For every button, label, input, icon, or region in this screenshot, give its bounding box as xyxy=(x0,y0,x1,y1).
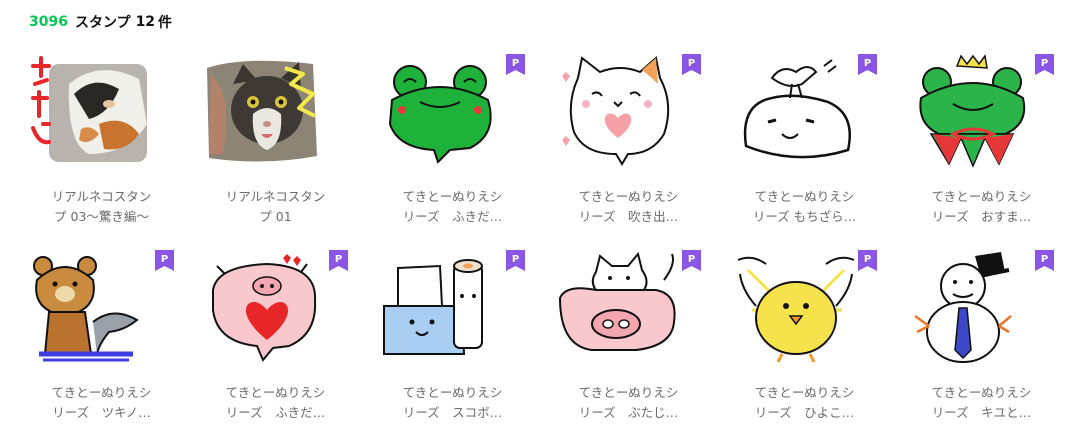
svg-text:P: P xyxy=(1041,254,1048,265)
header-label: スタンプ xyxy=(74,15,131,31)
pig-heart-bubble-thumbnail xyxy=(203,250,331,368)
sticker-card-5[interactable]: P てきとーぬりえシ リーズ もちざら… xyxy=(732,54,877,244)
sticker-title: リアルネコスタンプ 03〜驚き編〜 xyxy=(51,189,152,224)
snowman-with-hat-thumbnail xyxy=(909,250,1037,368)
premium-badge-icon: P xyxy=(858,250,877,271)
bear-on-grass-thumbnail xyxy=(29,250,157,368)
sticker-card-3[interactable]: P てきとーぬりえシ リーズ ふきだ… xyxy=(380,54,525,244)
svg-text:P: P xyxy=(512,58,519,69)
svg-text:P: P xyxy=(161,254,168,265)
premium-badge-icon: P xyxy=(1035,250,1054,271)
header-id: 3096 xyxy=(29,14,68,30)
svg-text:P: P xyxy=(512,254,519,265)
premium-badge-icon: P xyxy=(506,250,525,271)
frog-with-crown-thumbnail xyxy=(909,54,1037,172)
sticker-title: てきとーぬりえシ リーズ 吹き出… xyxy=(578,189,679,224)
result-count-unit: 件 xyxy=(158,15,173,31)
premium-badge-icon: P xyxy=(329,250,348,271)
cat-speech-bubble-thumbnail xyxy=(556,54,684,172)
sticker-title: てきとーぬりえシ リーズ ひよこ… xyxy=(754,385,855,420)
premium-badge-icon: P xyxy=(1035,54,1054,75)
sticker-card-10[interactable]: P てきとーぬりえシ リーズ ぶたじ… xyxy=(556,250,701,440)
sticker-card-4[interactable]: P てきとーぬりえシ リーズ 吹き出… xyxy=(556,54,701,244)
premium-badge-icon: P xyxy=(858,54,877,75)
result-count: 12 xyxy=(135,14,156,30)
yellow-chick-thumbnail xyxy=(732,250,860,368)
sticker-title: てきとーぬりえシ リーズ おすま… xyxy=(931,189,1032,224)
sticker-title: てきとーぬりえシ リーズ ツキノ… xyxy=(51,385,152,420)
svg-text:P: P xyxy=(688,254,695,265)
svg-text:P: P xyxy=(688,58,695,69)
tabby-cat-photo-thumbnail xyxy=(203,54,331,172)
result-count-header: 3096 スタンプ 12 件 xyxy=(29,12,172,32)
svg-text:P: P xyxy=(864,58,871,69)
premium-badge-icon: P xyxy=(682,250,701,271)
premium-badge-icon: P xyxy=(682,54,701,75)
sticker-title: てきとーぬりえシ リーズ キユと… xyxy=(931,385,1032,420)
sticker-title: リアルネコスタンプ 01 xyxy=(225,189,326,224)
svg-text:P: P xyxy=(864,254,871,265)
sticker-card-7[interactable]: P てきとーぬりえシ リーズ ツキノ… xyxy=(29,250,174,440)
frog-speech-bubble-thumbnail xyxy=(380,54,508,172)
svg-text:P: P xyxy=(1041,58,1048,69)
sticker-title: てきとーぬりえシ リーズ もちざら… xyxy=(752,189,857,224)
sticker-card-11[interactable]: P てきとーぬりえシ リーズ ひよこ… xyxy=(732,250,877,440)
sticker-card-1[interactable]: リアルネコスタンプ 03〜驚き編〜 xyxy=(29,54,174,244)
sticker-card-2[interactable]: リアルネコスタンプ 01 xyxy=(203,54,348,244)
box-and-paper-roll-thumbnail xyxy=(380,250,508,368)
sticker-title: てきとーぬりえシ リーズ ふきだ… xyxy=(225,385,326,420)
pig-cushion-cat-thumbnail xyxy=(556,250,684,368)
sticker-title: てきとーぬりえシ リーズ スコボ… xyxy=(402,385,503,420)
premium-badge-icon: P xyxy=(155,250,174,271)
sticker-card-12[interactable]: P てきとーぬりえシ リーズ キユと… xyxy=(909,250,1054,440)
sticker-title: てきとーぬりえシ リーズ ふきだ… xyxy=(402,189,503,224)
sticker-card-9[interactable]: P てきとーぬりえシ リーズ スコボ… xyxy=(380,250,525,440)
sticker-card-6[interactable]: P てきとーぬりえシ リーズ おすま… xyxy=(909,54,1054,244)
sticker-title: てきとーぬりえシ リーズ ぶたじ… xyxy=(578,385,679,420)
mochi-seal-bird-thumbnail xyxy=(732,54,860,172)
svg-text:P: P xyxy=(335,254,342,265)
premium-badge-icon: P xyxy=(506,54,525,75)
calico-cat-photo-thumbnail xyxy=(29,54,157,172)
sticker-card-8[interactable]: P てきとーぬりえシ リーズ ふきだ… xyxy=(203,250,348,440)
